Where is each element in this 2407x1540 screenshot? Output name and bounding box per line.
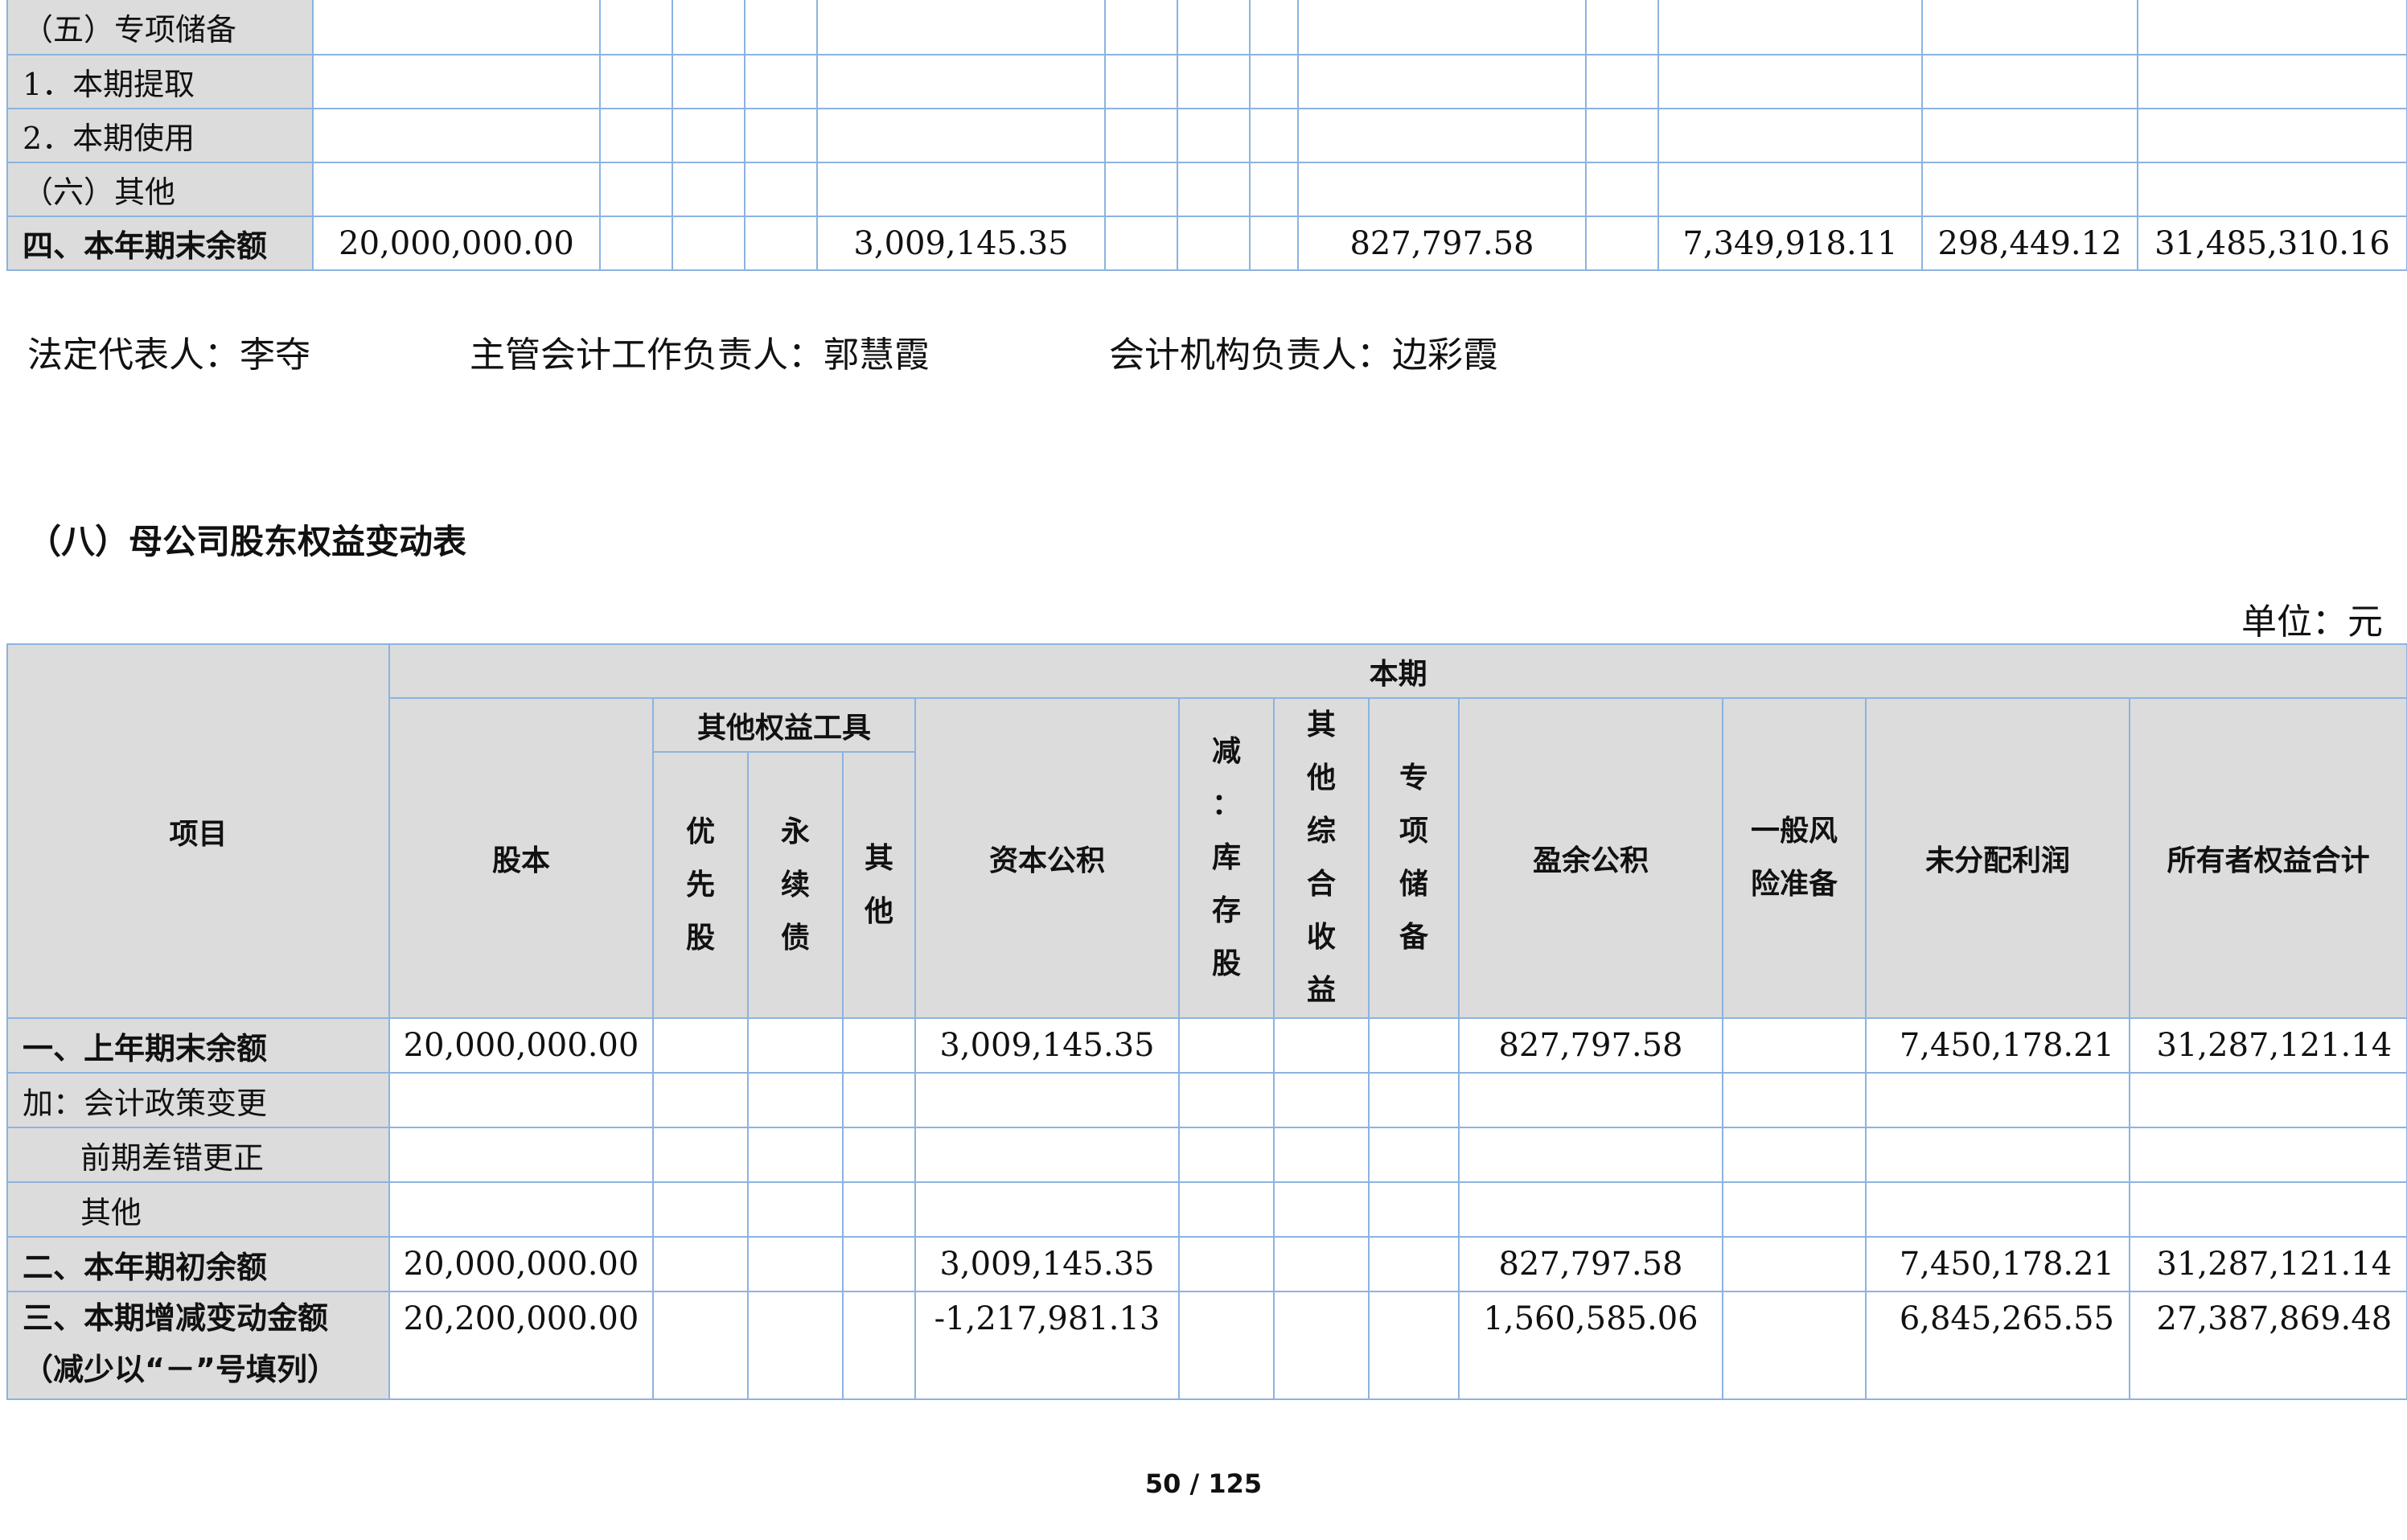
capital-reserve-value: 3,009,145.35 — [816, 216, 1106, 271]
undistributed-profit-value: 7,349,918.11 — [1657, 216, 1923, 271]
row-label-multiline: 三、本期增减变动金额 （减少以“－”号填列） — [6, 1291, 390, 1400]
row-label: （五）专项储备 — [6, 0, 314, 55]
table-row: 加：会计政策变更 — [6, 1072, 2407, 1128]
table-row: （五）专项储备 — [6, 0, 2407, 55]
table-row: 2．本期使用 — [6, 108, 2407, 163]
surplus-reserve-value: 1,560,585.06 — [1458, 1291, 1723, 1400]
total-equity-value: 31,287,121.14 — [2128, 1236, 2407, 1292]
capital-reserve-value: -1,217,981.13 — [914, 1291, 1180, 1400]
undistributed-profit-value: 7,450,178.21 — [1865, 1236, 2130, 1292]
header-other-equity-tools: 其他权益工具 — [652, 696, 916, 754]
row-label: 二、本年期初余额 — [6, 1236, 390, 1292]
header-preferred-stock: 优 先 股 — [652, 751, 749, 1019]
row-label-note: （减少以“－”号填列） — [23, 1352, 338, 1387]
undistributed-profit-value: 7,450,178.21 — [1865, 1017, 2130, 1074]
unit-label: 单位：元 — [2241, 602, 2383, 643]
row-label: 四、本年期末余额 — [6, 216, 314, 271]
table-row: 一、上年期末余额 20,000,000.00 3,009,145.35 827,… — [6, 1017, 2407, 1074]
top-equity-table: （五）专项储备 1．本期提取 2．本期使用 （六）其他 四、本年期末余额 20,… — [6, 0, 2407, 271]
header-other-tool: 其 他 — [842, 751, 916, 1019]
header-total-equity: 所有者权益合计 — [2128, 697, 2407, 1019]
surplus-reserve-value: 827,797.58 — [1297, 216, 1587, 271]
parent-equity-change-table: 项目 本期 股本 其他权益工具 资本公积 减 ： 库 存 股 其 他 综 合 收… — [6, 643, 2407, 1400]
header-share-capital: 股本 — [388, 697, 654, 1019]
header-general-risk-reserve: 一般风 险准备 — [1722, 697, 1867, 1019]
surplus-reserve-value: 827,797.58 — [1458, 1236, 1723, 1292]
row-label: 其他 — [6, 1181, 390, 1238]
page-indicator: 50 / 125 — [1144, 1468, 1263, 1499]
header-treasury-stock: 减 ： 库 存 股 — [1178, 697, 1275, 1019]
section-title: （八）母公司股东权益变动表 — [27, 522, 467, 561]
header-perpetual-bond: 永 续 债 — [747, 751, 844, 1019]
row-label: 三、本期增减变动金额 — [23, 1300, 329, 1336]
header-special-reserve: 专 项 储 备 — [1368, 697, 1460, 1019]
header-capital-reserve: 资本公积 — [914, 697, 1180, 1019]
row-label: 加：会计政策变更 — [6, 1072, 390, 1128]
row-label: 一、上年期末余额 — [6, 1017, 390, 1074]
accounting-org-head: 会计机构负责人：边彩霞 — [1109, 335, 1498, 376]
row-label: （六）其他 — [6, 162, 314, 217]
header-surplus-reserve: 盈余公积 — [1458, 697, 1723, 1019]
total-equity-value: 31,485,310.16 — [2137, 216, 2407, 271]
table-row: 前期差错更正 — [6, 1127, 2407, 1183]
total-equity-value: 31,287,121.14 — [2128, 1017, 2407, 1074]
surplus-reserve-value: 827,797.58 — [1458, 1017, 1723, 1074]
header-undistributed-profit: 未分配利润 — [1865, 697, 2130, 1019]
minority-interest-value: 298,449.12 — [1921, 216, 2138, 271]
header-other-comprehensive-income: 其 他 综 合 收 益 — [1273, 697, 1370, 1019]
table-row: （六）其他 — [6, 162, 2407, 217]
table-row: 三、本期增减变动金额 （减少以“－”号填列） 20,200,000.00 -1,… — [6, 1291, 2407, 1400]
header-current-period: 本期 — [388, 643, 2407, 699]
capital-reserve-value: 3,009,145.35 — [914, 1017, 1180, 1074]
row-label: 前期差错更正 — [6, 1127, 390, 1183]
row-label: 2．本期使用 — [6, 108, 314, 163]
undistributed-profit-value: 6,845,265.55 — [1865, 1291, 2130, 1400]
table-row: 1．本期提取 — [6, 54, 2407, 109]
accounting-work-head: 主管会计工作负责人：郭慧霞 — [470, 335, 930, 376]
legal-representative: 法定代表人：李夺 — [27, 335, 310, 376]
row-label: 1．本期提取 — [6, 54, 314, 109]
capital-reserve-value: 3,009,145.35 — [914, 1236, 1180, 1292]
header-item: 项目 — [6, 643, 390, 1019]
share-capital-value: 20,200,000.00 — [388, 1291, 654, 1400]
total-equity-value: 27,387,869.48 — [2128, 1291, 2407, 1400]
share-capital-value: 20,000,000.00 — [388, 1236, 654, 1292]
table-row: 四、本年期末余额 20,000,000.00 3,009,145.35 827,… — [6, 216, 2407, 271]
share-capital-value: 20,000,000.00 — [312, 216, 601, 271]
table-row: 二、本年期初余额 20,000,000.00 3,009,145.35 827,… — [6, 1236, 2407, 1292]
table-row: 其他 — [6, 1181, 2407, 1238]
share-capital-value: 20,000,000.00 — [388, 1017, 654, 1074]
